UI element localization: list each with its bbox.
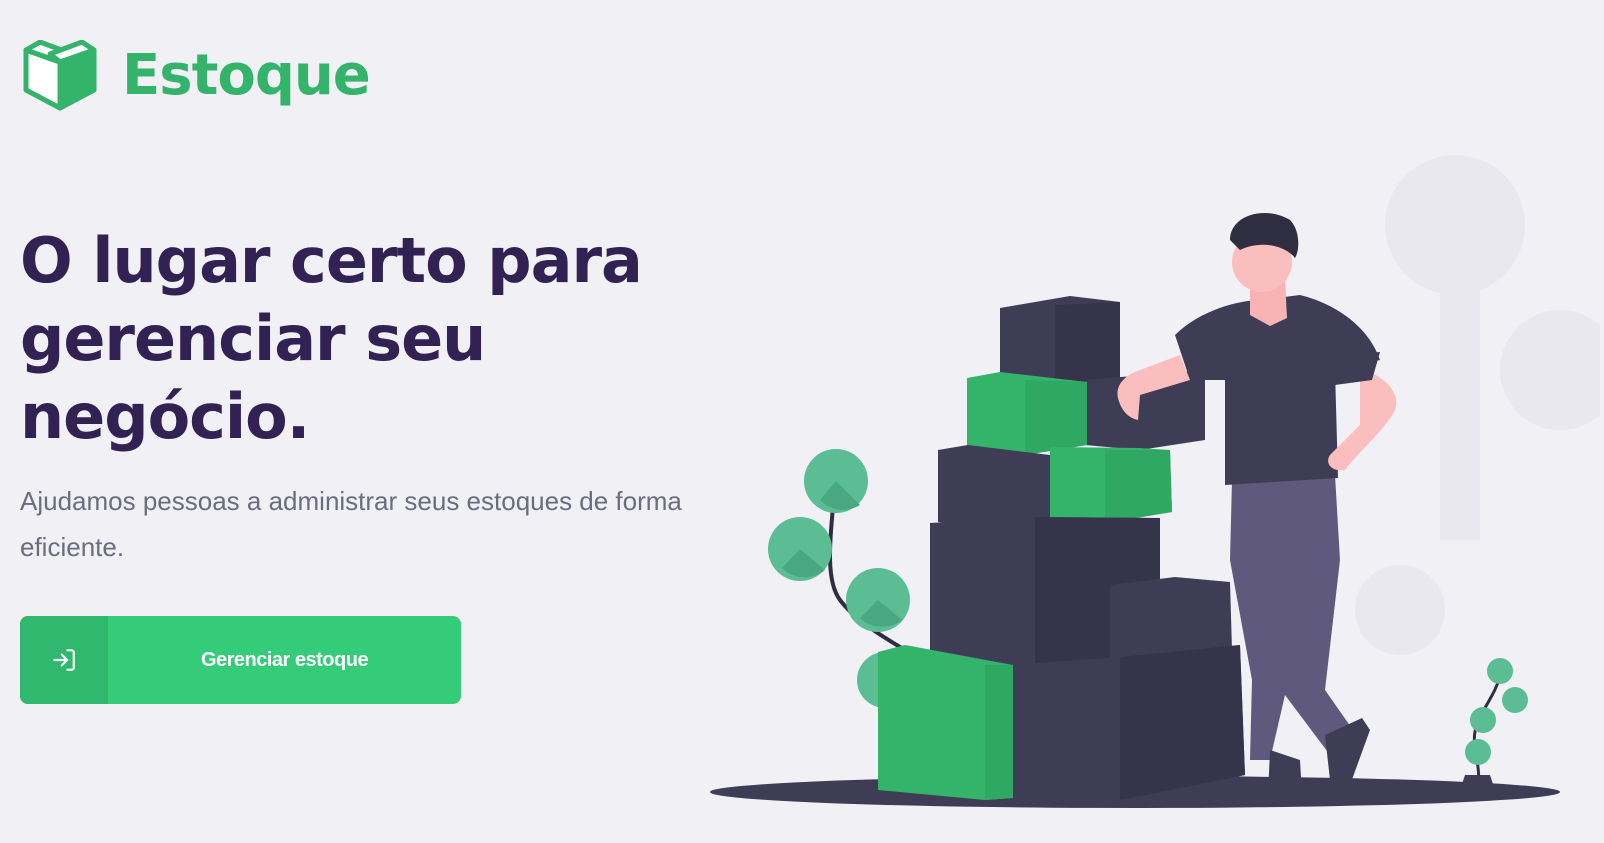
landing-page: Estoque O lugar certo para gerenciar seu… (0, 0, 1604, 843)
right-plant (1460, 658, 1528, 791)
open-box-icon (23, 40, 97, 111)
manage-stock-button[interactable]: Gerenciar estoque (20, 616, 461, 704)
hero-illustration (710, 155, 1600, 808)
brand-name: Estoque (122, 43, 371, 108)
hero-title: O lugar certo para gerenciar seu negócio… (20, 224, 643, 453)
hero-description: Ajudamos pessoas a administrar seus esto… (20, 486, 682, 562)
cta-label: Gerenciar estoque (200, 648, 369, 671)
sign-in-icon (53, 649, 75, 671)
brand-logo[interactable]: Estoque (20, 40, 371, 112)
cta-icon-container (20, 616, 108, 704)
